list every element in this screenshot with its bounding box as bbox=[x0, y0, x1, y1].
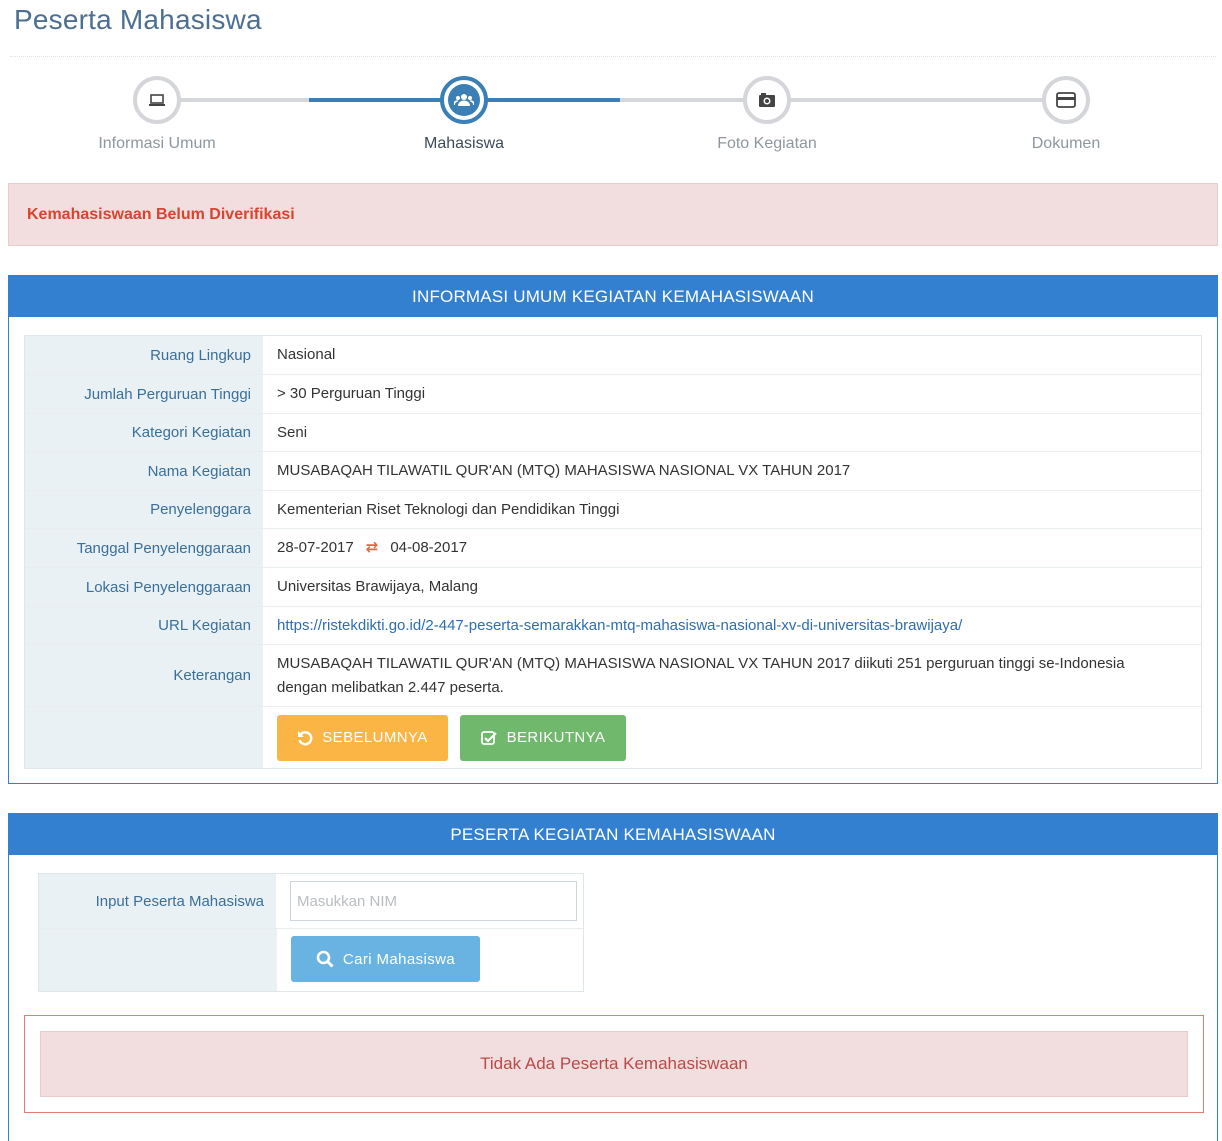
info-value: https://ristekdikti.go.id/2-447-peserta-… bbox=[263, 607, 1201, 644]
users-icon bbox=[454, 94, 474, 106]
date-end: 04-08-2017 bbox=[390, 539, 468, 556]
info-row-ruang-lingkup: Ruang Lingkup Nasional bbox=[25, 336, 1201, 375]
info-row-lokasi: Lokasi Penyelenggaraan Universitas Brawi… bbox=[25, 568, 1201, 607]
step-wizard: Informasi Umum Mahasiswa Foto Kegiatan D… bbox=[0, 76, 1222, 166]
search-icon bbox=[316, 950, 334, 968]
participant-input-table: Input Peserta Mahasiswa Cari Mahasiswa bbox=[38, 873, 584, 992]
exchange-icon: ⇄ bbox=[365, 539, 379, 556]
wizard-step-label: Foto Kegiatan bbox=[717, 135, 817, 152]
info-label: Keterangan bbox=[25, 645, 263, 706]
info-value: MUSABAQAH TILAWATIL QUR'AN (MTQ) MAHASIS… bbox=[277, 462, 851, 479]
info-row-tanggal: Tanggal Penyelenggaraan 28-07-2017 ⇄ 04-… bbox=[25, 529, 1201, 568]
info-label: Ruang Lingkup bbox=[25, 336, 263, 374]
info-label: Lokasi Penyelenggaraan bbox=[25, 568, 263, 606]
info-row-jumlah-pt: Jumlah Perguruan Tinggi > 30 Perguruan T… bbox=[25, 375, 1201, 414]
camera-icon bbox=[759, 93, 775, 107]
title-divider bbox=[10, 56, 1216, 57]
info-label: Penyelenggara bbox=[25, 491, 263, 528]
wizard-step-circle-inner bbox=[1050, 84, 1082, 116]
info-value: MUSABAQAH TILAWATIL QUR'AN (MTQ) MAHASIS… bbox=[277, 654, 1125, 696]
info-row-url: URL Kegiatan https://ristekdikti.go.id/2… bbox=[25, 607, 1201, 645]
input-row-nim: Input Peserta Mahasiswa bbox=[39, 874, 583, 929]
undo-icon bbox=[298, 730, 313, 745]
wizard-step-circle-inner bbox=[141, 84, 173, 116]
wizard-step-label: Informasi Umum bbox=[98, 135, 216, 152]
wizard-step-circle bbox=[133, 76, 181, 124]
wizard-step-circle bbox=[743, 76, 791, 124]
info-value: Kementerian Riset Teknologi dan Pendidik… bbox=[277, 500, 620, 518]
info-row-penyelenggara: Penyelenggara Kementerian Riset Teknolog… bbox=[25, 491, 1201, 529]
input-label-empty bbox=[39, 929, 277, 991]
info-value: Universitas Brawijaya, Malang bbox=[277, 578, 478, 595]
info-label-empty bbox=[25, 707, 263, 768]
wizard-step-circle-inner bbox=[751, 84, 783, 116]
search-student-button[interactable]: Cari Mahasiswa bbox=[291, 936, 480, 982]
date-start: 28-07-2017 bbox=[277, 539, 354, 556]
nim-input[interactable] bbox=[290, 881, 577, 921]
input-cell bbox=[276, 874, 583, 928]
previous-button-label: SEBELUMNYA bbox=[322, 729, 428, 746]
wizard-step-mahasiswa[interactable]: Mahasiswa bbox=[354, 76, 574, 153]
info-panel-title: INFORMASI UMUM KEGIATAN KEMAHASISWAAN bbox=[9, 276, 1217, 317]
laptop-icon bbox=[149, 94, 165, 106]
info-label: Kategori Kegiatan bbox=[25, 414, 263, 451]
wizard-step-foto-kegiatan[interactable]: Foto Kegiatan bbox=[657, 76, 877, 153]
wizard-step-informasi-umum[interactable]: Informasi Umum bbox=[47, 76, 267, 153]
next-button-label: BERIKUTNYA bbox=[506, 729, 606, 746]
info-row-nama-kegiatan: Nama Kegiatan MUSABAQAH TILAWATIL QUR'AN… bbox=[25, 452, 1201, 491]
next-button[interactable]: BERIKUTNYA bbox=[460, 714, 626, 761]
verification-alert-text: Kemahasiswaan Belum Diverifikasi bbox=[27, 206, 295, 223]
empty-participants-box: Tidak Ada Peserta Kemahasiswaan bbox=[24, 1015, 1204, 1113]
info-label: Nama Kegiatan bbox=[25, 452, 263, 490]
info-label: Tanggal Penyelenggaraan bbox=[25, 529, 263, 567]
info-value: > 30 Perguruan Tinggi bbox=[277, 385, 426, 402]
info-row-actions: SEBELUMNYA BERIKUTNYA bbox=[25, 707, 1201, 768]
info-panel: INFORMASI UMUM KEGIATAN KEMAHASISWAAN Ru… bbox=[8, 275, 1218, 784]
wizard-step-circle bbox=[1042, 76, 1090, 124]
page-title: Peserta Mahasiswa bbox=[14, 4, 262, 35]
event-url-link[interactable]: https://ristekdikti.go.id/2-447-peserta-… bbox=[277, 614, 962, 638]
wizard-step-circle-inner bbox=[448, 84, 480, 116]
participants-panel: PESERTA KEGIATAN KEMAHASISWAAN Input Pes… bbox=[8, 813, 1218, 1141]
previous-button[interactable]: SEBELUMNYA bbox=[277, 714, 448, 761]
input-label: Input Peserta Mahasiswa bbox=[39, 874, 276, 928]
wizard-step-label: Mahasiswa bbox=[423, 135, 505, 152]
info-label: URL Kegiatan bbox=[25, 607, 263, 644]
verification-alert: Kemahasiswaan Belum Diverifikasi bbox=[8, 183, 1218, 246]
info-label: Jumlah Perguruan Tinggi bbox=[25, 375, 263, 413]
wizard-step-circle bbox=[440, 76, 488, 124]
info-value: Seni bbox=[277, 423, 308, 441]
credit-card-icon bbox=[1056, 92, 1076, 108]
info-row-keterangan: Keterangan MUSABAQAH TILAWATIL QUR'AN (M… bbox=[25, 645, 1201, 707]
action-buttons: SEBELUMNYA BERIKUTNYA bbox=[263, 707, 1201, 768]
participants-panel-title: PESERTA KEGIATAN KEMAHASISWAAN bbox=[9, 814, 1217, 855]
info-value: Nasional bbox=[277, 346, 336, 363]
check-square-icon bbox=[480, 730, 497, 745]
info-row-kategori: Kategori Kegiatan Seni bbox=[25, 414, 1201, 452]
input-row-search: Cari Mahasiswa bbox=[39, 929, 583, 991]
search-button-label: Cari Mahasiswa bbox=[342, 950, 456, 968]
input-cell: Cari Mahasiswa bbox=[277, 929, 583, 991]
wizard-step-label: Dokumen bbox=[1031, 135, 1101, 152]
empty-participants-message: Tidak Ada Peserta Kemahasiswaan bbox=[40, 1031, 1188, 1097]
wizard-step-dokumen[interactable]: Dokumen bbox=[956, 76, 1176, 153]
info-value: 28-07-2017 ⇄ 04-08-2017 bbox=[263, 529, 1201, 567]
info-table: Ruang Lingkup Nasional Jumlah Perguruan … bbox=[24, 335, 1202, 769]
